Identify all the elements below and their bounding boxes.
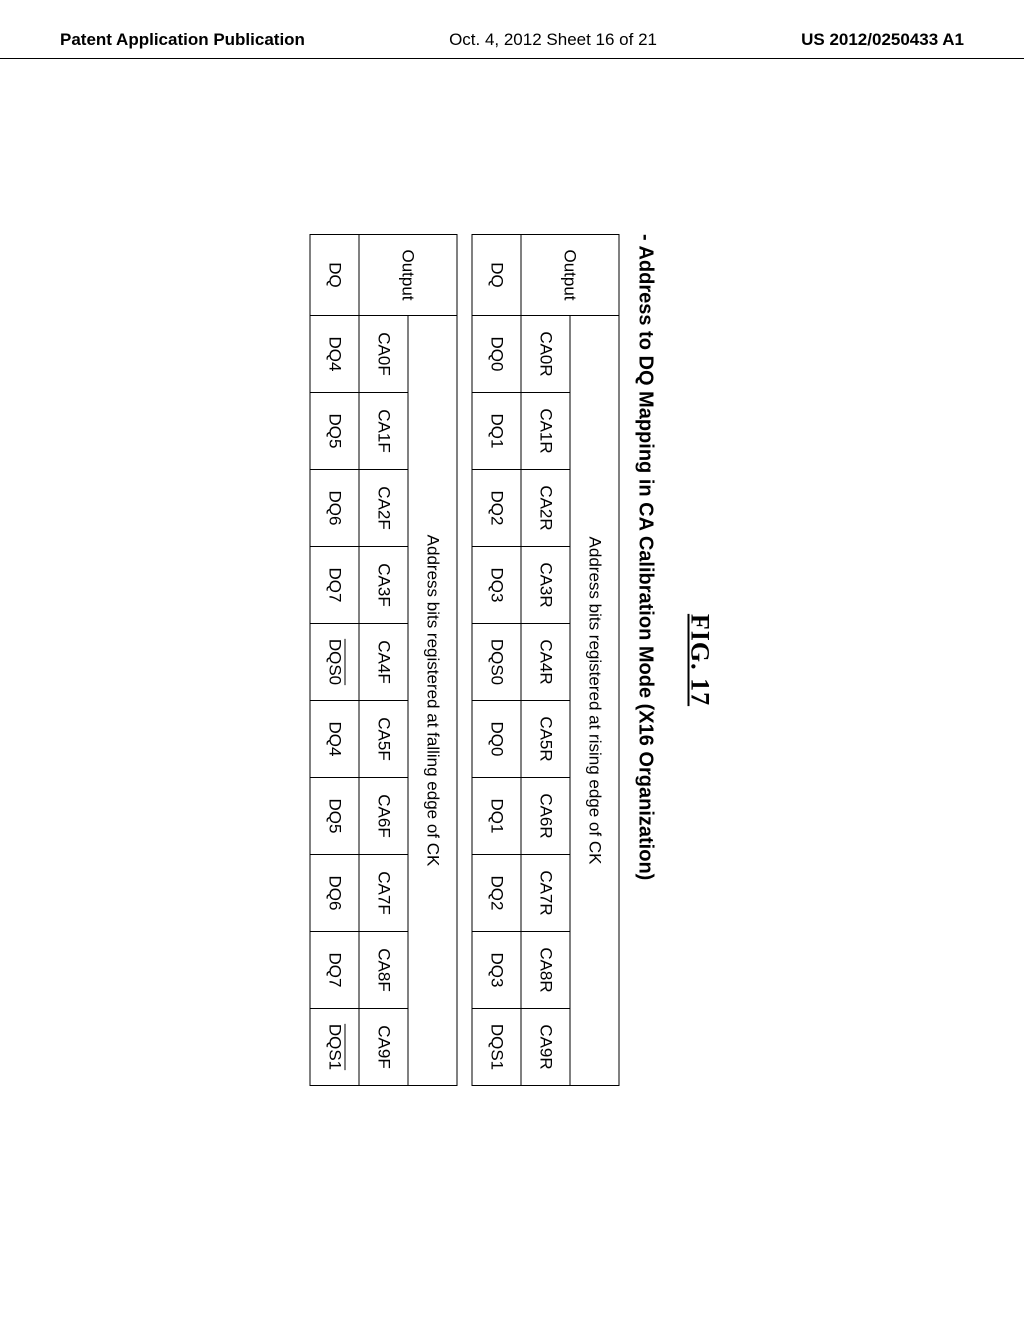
cell: DQS0 [472,624,521,701]
cell: CA4R [521,624,570,701]
figure-subtitle: - Address to DQ Mapping in CA Calibratio… [634,234,657,1086]
cell: CA9R [521,1009,570,1086]
cell: CA0F [359,316,408,393]
page-header: Patent Application Publication Oct. 4, 2… [0,0,1024,59]
header-left: Patent Application Publication [60,30,305,50]
cell: DQ6 [310,470,359,547]
output-label: Output [359,235,457,316]
cell: DQ5 [310,778,359,855]
dq-label: DQ [310,235,359,316]
falling-edge-header: Address bits registered at falling edge … [408,316,457,1086]
header-right: US 2012/0250433 A1 [801,30,964,50]
cell: DQ2 [472,470,521,547]
cell: DQ1 [472,778,521,855]
cell: DQ5 [310,393,359,470]
table-row: DQ DQ4 DQ5 DQ6 DQ7 DQS0 DQ4 DQ5 DQ6 DQ7 … [310,235,359,1086]
cell: CA1F [359,393,408,470]
table-row: CA0R CA1R CA2R CA3R CA4R CA5R CA6R CA7R … [521,235,570,1086]
cell: CA1R [521,393,570,470]
cell: DQ4 [310,701,359,778]
figure-label: FIG. 17 [685,234,715,1086]
cell: CA9F [359,1009,408,1086]
table-row: Output Address bits registered at fallin… [408,235,457,1086]
falling-edge-table: Output Address bits registered at fallin… [310,234,458,1086]
cell: DQ0 [472,701,521,778]
cell: DQS1 [310,1009,359,1086]
cell: CA8R [521,932,570,1009]
rising-edge-table: Output Address bits registered at rising… [472,234,620,1086]
cell: DQ1 [472,393,521,470]
rising-edge-header: Address bits registered at rising edge o… [570,316,619,1086]
cell: CA6R [521,778,570,855]
cell: DQ7 [310,932,359,1009]
cell: CA7F [359,855,408,932]
table-row: DQ DQ0 DQ1 DQ2 DQ3 DQS0 DQ0 DQ1 DQ2 DQ3 … [472,235,521,1086]
cell: DQ0 [472,316,521,393]
cell: CA8F [359,932,408,1009]
header-center: Oct. 4, 2012 Sheet 16 of 21 [449,30,657,50]
cell: DQ6 [310,855,359,932]
table-spacer [458,234,472,1086]
cell: CA6F [359,778,408,855]
cell: CA7R [521,855,570,932]
cell: CA5F [359,701,408,778]
cell: CA5R [521,701,570,778]
cell: CA3R [521,547,570,624]
cell: DQ3 [472,932,521,1009]
table-row: CA0F CA1F CA2F CA3F CA4F CA5F CA6F CA7F … [359,235,408,1086]
cell: DQ3 [472,547,521,624]
figure-body: FIG. 17 - Address to DQ Mapping in CA Ca… [310,234,715,1086]
cell: CA0R [521,316,570,393]
cell: CA2R [521,470,570,547]
cell: DQS0 [310,624,359,701]
output-label: Output [521,235,619,316]
cell: CA4F [359,624,408,701]
cell: DQ4 [310,316,359,393]
table-row: Output Address bits registered at rising… [570,235,619,1086]
cell: DQS1 [472,1009,521,1086]
dq-label: DQ [472,235,521,316]
cell: CA2F [359,470,408,547]
cell: DQ7 [310,547,359,624]
cell: CA3F [359,547,408,624]
cell: DQ2 [472,855,521,932]
